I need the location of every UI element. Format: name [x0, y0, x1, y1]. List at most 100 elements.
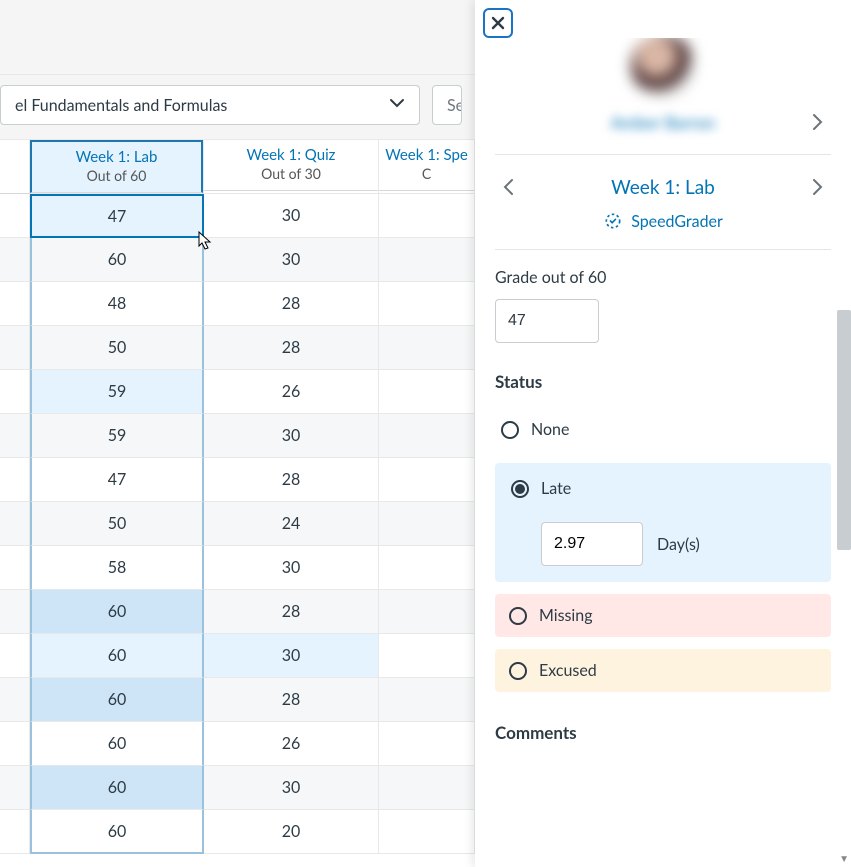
row-stub[interactable]: [0, 502, 30, 546]
grade-cell-quiz[interactable]: 28: [204, 458, 379, 502]
table-row: 4728: [0, 458, 475, 502]
assignment-nav: Week 1: Lab: [495, 173, 831, 201]
prev-assignment-button[interactable]: [495, 173, 523, 201]
column-header-quiz[interactable]: Week 1: Quiz Out of 30: [204, 140, 379, 194]
grade-cell-quiz[interactable]: 28: [204, 282, 379, 326]
status-option-missing[interactable]: Missing: [495, 594, 831, 637]
table-row: 6020: [0, 810, 475, 854]
row-stub[interactable]: [0, 370, 30, 414]
module-filter-label: el Fundamentals and Formulas: [15, 96, 227, 115]
grade-cell-speed[interactable]: [379, 546, 475, 590]
status-option-late[interactable]: Late Day(s): [495, 463, 831, 582]
column-header-speed[interactable]: Week 1: Spe C: [379, 140, 475, 194]
student-avatar: [495, 38, 831, 98]
close-button[interactable]: [483, 8, 513, 38]
chevron-down-icon: [389, 95, 405, 115]
grade-cell-quiz[interactable]: 20: [204, 810, 379, 854]
row-stub[interactable]: [0, 634, 30, 678]
grade-cell-lab[interactable]: 59: [30, 370, 204, 414]
radio-icon: [511, 480, 529, 498]
row-stub[interactable]: [0, 458, 30, 502]
status-option-excused[interactable]: Excused: [495, 649, 831, 692]
grade-cell-quiz[interactable]: 28: [204, 678, 379, 722]
table-row: 4828: [0, 282, 475, 326]
grade-cell-quiz[interactable]: 30: [204, 194, 379, 238]
row-stub[interactable]: [0, 282, 30, 326]
row-stub[interactable]: [0, 326, 30, 370]
grade-cell-speed[interactable]: [379, 458, 475, 502]
grade-cell-quiz[interactable]: 28: [204, 590, 379, 634]
grade-cell-lab[interactable]: 60: [30, 238, 204, 282]
grade-cell-speed[interactable]: [379, 678, 475, 722]
tray-body: Amber Barron Week 1: Lab SpeedGrader Gra…: [475, 38, 851, 867]
grade-cell-lab[interactable]: 59: [30, 414, 204, 458]
status-label: Missing: [539, 606, 593, 625]
assignment-name-link[interactable]: Week 1: Lab: [523, 176, 803, 199]
scrollbar-thumb[interactable]: [837, 310, 851, 550]
row-stub[interactable]: [0, 414, 30, 458]
table-row: 5926: [0, 370, 475, 414]
grade-cell-quiz[interactable]: 30: [204, 238, 379, 282]
grade-cell-speed[interactable]: [379, 634, 475, 678]
grade-cell-speed[interactable]: [379, 502, 475, 546]
grade-cell-lab[interactable]: 60: [30, 590, 204, 634]
module-filter-select[interactable]: el Fundamentals and Formulas: [0, 85, 420, 125]
row-stub[interactable]: [0, 766, 30, 810]
column-header-lab[interactable]: Week 1: Lab Out of 60: [30, 140, 204, 194]
grade-cell-speed[interactable]: [379, 326, 475, 370]
grade-input[interactable]: [495, 299, 599, 343]
grade-cell-quiz[interactable]: 30: [204, 546, 379, 590]
status-option-none[interactable]: None: [495, 408, 831, 451]
speedgrader-link[interactable]: SpeedGrader: [495, 211, 831, 231]
filter-bar: el Fundamentals and Formulas Se: [0, 75, 475, 140]
grade-cell-quiz[interactable]: 26: [204, 722, 379, 766]
next-assignment-button[interactable]: [803, 173, 831, 201]
column-title: Week 1: Spe: [383, 146, 470, 164]
grade-cell-speed[interactable]: [379, 810, 475, 854]
grade-cell-lab[interactable]: 60: [30, 678, 204, 722]
divider: [495, 249, 831, 250]
grade-cell-speed[interactable]: [379, 370, 475, 414]
grade-cell-speed[interactable]: [379, 722, 475, 766]
grade-cell-quiz[interactable]: 30: [204, 766, 379, 810]
grade-cell-quiz[interactable]: 28: [204, 326, 379, 370]
grade-cell-speed[interactable]: [379, 194, 475, 238]
grade-cell-quiz[interactable]: 30: [204, 414, 379, 458]
grade-cell-lab[interactable]: 58: [30, 546, 204, 590]
late-days-input[interactable]: [541, 522, 643, 566]
grade-cell-quiz[interactable]: 24: [204, 502, 379, 546]
row-stub[interactable]: [0, 678, 30, 722]
grade-cell-speed[interactable]: [379, 590, 475, 634]
next-student-button[interactable]: [803, 108, 831, 136]
radio-icon: [501, 421, 519, 439]
row-stub[interactable]: [0, 194, 30, 238]
grade-cell-lab[interactable]: 47: [30, 194, 204, 238]
grid-body: 4730603048285028592659304728502458306028…: [0, 194, 475, 854]
grade-cell-lab[interactable]: 60: [30, 722, 204, 766]
row-stub[interactable]: [0, 238, 30, 282]
grade-cell-speed[interactable]: [379, 282, 475, 326]
grade-cell-quiz[interactable]: 26: [204, 370, 379, 414]
row-stub[interactable]: [0, 590, 30, 634]
row-stub[interactable]: [0, 810, 30, 854]
grade-cell-quiz[interactable]: 30: [204, 634, 379, 678]
student-name-link[interactable]: Amber Barron: [523, 112, 803, 133]
grade-cell-lab[interactable]: 60: [30, 766, 204, 810]
late-unit-label: Day(s): [657, 535, 700, 554]
grade-detail-tray: Amber Barron Week 1: Lab SpeedGrader Gra…: [475, 0, 851, 867]
grade-cell-lab[interactable]: 60: [30, 634, 204, 678]
row-stub[interactable]: [0, 546, 30, 590]
grade-cell-speed[interactable]: [379, 238, 475, 282]
speedgrader-label: SpeedGrader: [631, 212, 723, 231]
table-row: 6028: [0, 678, 475, 722]
grade-cell-lab[interactable]: 47: [30, 458, 204, 502]
row-stub[interactable]: [0, 722, 30, 766]
grade-cell-speed[interactable]: [379, 766, 475, 810]
scroll-down-icon[interactable]: ▼: [839, 853, 849, 865]
grade-cell-speed[interactable]: [379, 414, 475, 458]
grade-cell-lab[interactable]: 50: [30, 502, 204, 546]
grade-cell-lab[interactable]: 48: [30, 282, 204, 326]
search-input[interactable]: Se: [432, 85, 462, 125]
grade-cell-lab[interactable]: 50: [30, 326, 204, 370]
grade-cell-lab[interactable]: 60: [30, 810, 204, 854]
